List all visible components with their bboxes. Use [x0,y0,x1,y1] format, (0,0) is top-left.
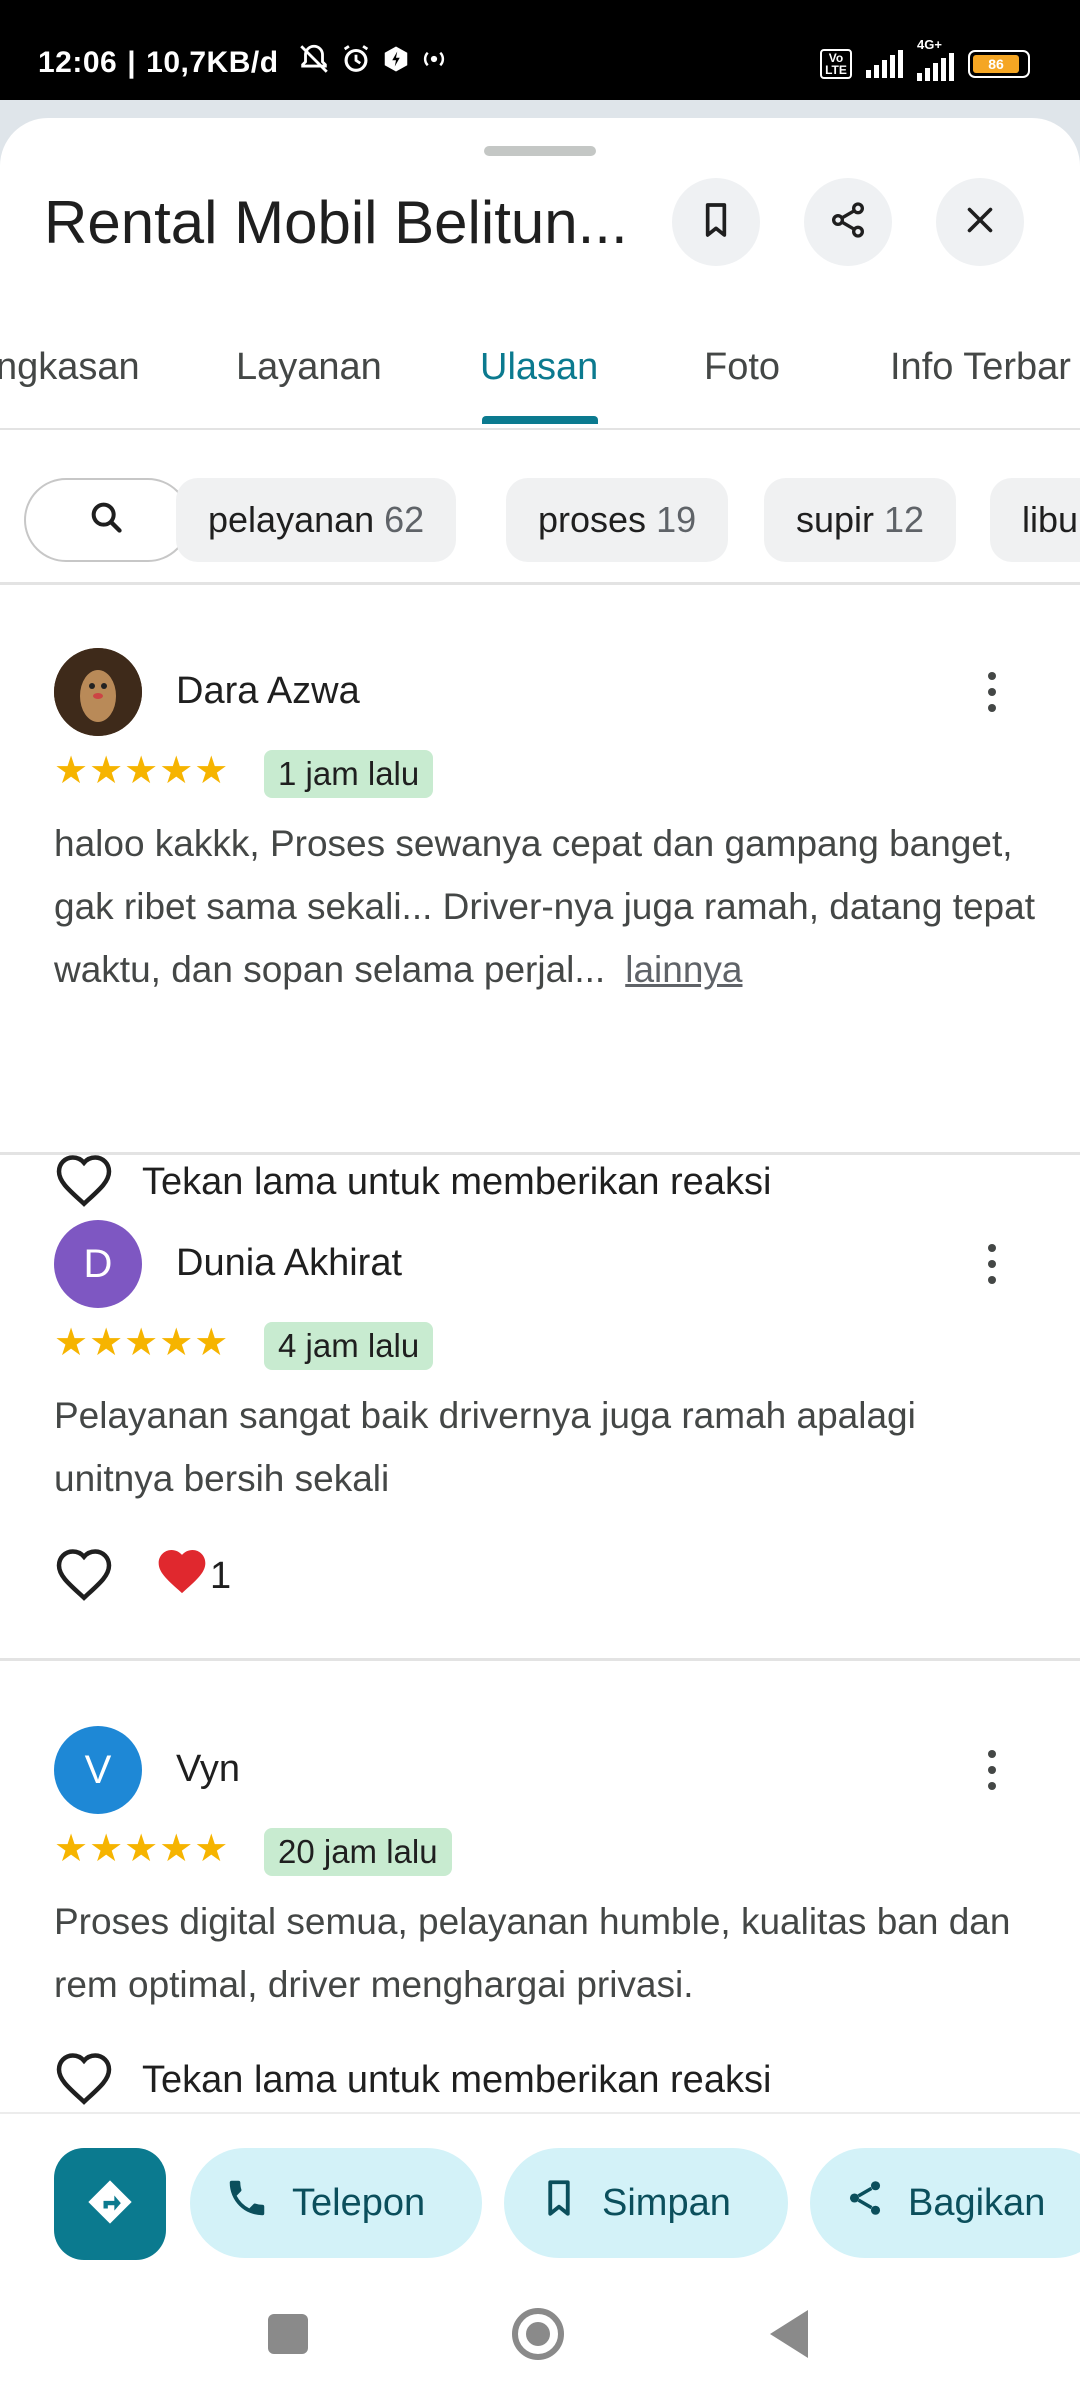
network-type: 4G+ [917,37,942,52]
filter-chips: pelayanan 62 proses 19 supir 12 libu [0,458,1080,578]
separator: | [127,46,137,79]
volte-icon: Vo LTE [820,49,852,79]
reaction-row[interactable]: 1 [54,1546,231,1606]
phone-icon [224,2175,270,2231]
directions-icon [84,2176,136,2233]
red-heart-icon [154,1545,210,1607]
avatar[interactable] [54,648,142,736]
signal-icon-2 [917,47,954,81]
system-nav-bar [0,2260,1080,2400]
filter-chip-libur[interactable]: libu [990,478,1080,562]
star-rating: ★★★★★ [54,750,230,792]
review-time-badge: 1 jam lalu [264,750,434,798]
share-icon [844,2177,886,2229]
reviewer-name[interactable]: Dara Azwa [176,670,360,713]
reviewer-name[interactable]: Vyn [176,1748,240,1791]
divider [0,582,1080,585]
back-icon[interactable] [770,2310,808,2358]
place-title: Rental Mobil Belitun... [44,189,628,256]
avatar[interactable]: V [54,1726,142,1814]
reaction-hint: Tekan lama untuk memberikan reaksi [142,2058,772,2101]
star-rating: ★★★★★ [54,1828,230,1870]
save-icon-button[interactable] [672,178,760,266]
tab-updates[interactable]: Info Terbar [890,346,1071,389]
reaction-row[interactable]: Tekan lama untuk memberikan reaksi [54,2050,771,2110]
review-time-badge: 20 jam lalu [264,1828,452,1876]
share-icon [828,200,868,245]
heart-icon[interactable] [54,1152,114,1213]
close-button[interactable] [936,178,1024,266]
alarm-icon [339,42,373,84]
review-time-badge: 4 jam lalu [264,1322,434,1370]
read-more-link[interactable]: lainnya [625,949,742,990]
signal-icon [866,50,903,78]
net-speed: 10,7KB/d [146,46,279,79]
divider [0,1658,1080,1661]
call-button[interactable]: Telepon [190,2148,482,2258]
review-text: Pelayanan sangat baik drivernya juga ram… [54,1395,916,1499]
reaction-hint: Tekan lama untuk memberikan reaksi [142,1160,772,1203]
bookmark-icon [538,2177,580,2229]
share-icon-button[interactable] [804,178,892,266]
filter-chip-proses[interactable]: proses 19 [506,478,729,562]
tab-services[interactable]: Layanan [236,346,382,389]
filter-chip-supir[interactable]: supir 12 [764,478,957,562]
recents-icon[interactable] [268,2314,308,2354]
heart-icon[interactable] [54,1546,114,1607]
star-rating: ★★★★★ [54,1322,230,1364]
more-options-icon[interactable] [972,1234,1012,1294]
more-options-icon[interactable] [972,662,1012,722]
search-reviews-button[interactable] [24,478,190,562]
battery-icon: 86 [968,50,1030,78]
review-text: Proses digital semua, pelayanan humble, … [54,1901,1011,2005]
filter-chip-pelayanan[interactable]: pelayanan 62 [176,478,457,562]
bookmark-icon [696,200,736,245]
tab-photos[interactable]: Foto [704,346,780,389]
data-saver-icon [381,44,411,82]
tab-reviews[interactable]: Ulasan [480,346,598,389]
action-bar: Telepon Simpan Bagikan [0,2112,1080,2262]
drag-handle[interactable] [484,146,596,156]
close-icon [962,202,998,243]
home-icon[interactable] [512,2308,564,2360]
heart-icon[interactable] [54,2050,114,2111]
share-button[interactable]: Bagikan [810,2148,1080,2258]
hotspot-icon [419,44,449,82]
clock: 12:06 [38,46,118,79]
review-text: haloo kakkk, Proses sewanya cepat dan ga… [54,823,1035,990]
save-button[interactable]: Simpan [504,2148,788,2258]
place-sheet: Rental Mobil Belitun... ngkasan Layanan … [0,118,1080,2400]
avatar[interactable]: D [54,1220,142,1308]
divider [0,1152,1080,1155]
reviewer-name[interactable]: Dunia Akhirat [176,1242,402,1285]
more-options-icon[interactable] [972,1740,1012,1800]
reaction-count[interactable]: 1 [154,1545,231,1607]
bell-off-icon [297,42,331,84]
tab-overview[interactable]: ngkasan [0,346,140,389]
tab-bar: ngkasan Layanan Ulasan Foto Info Terbar [0,318,1080,430]
directions-button[interactable] [54,2148,166,2260]
search-icon [87,498,127,543]
reaction-row[interactable]: Tekan lama untuk memberikan reaksi [54,1152,771,1212]
tab-indicator [482,416,598,424]
